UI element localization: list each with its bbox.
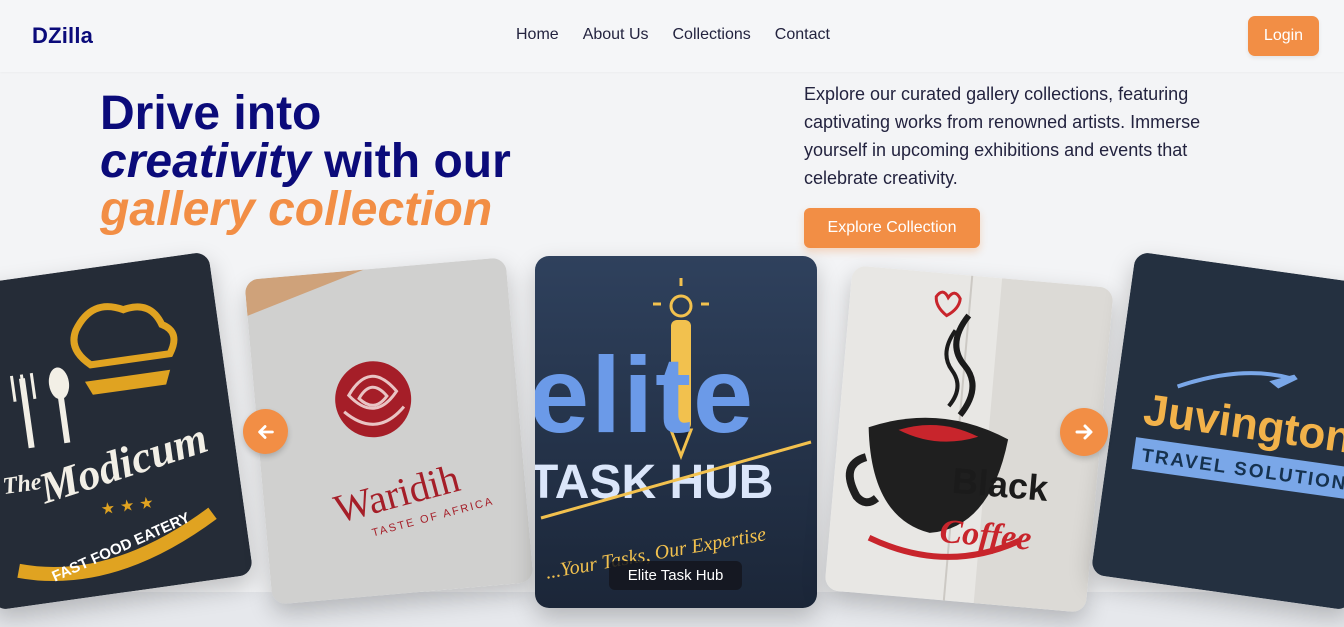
nav-link-about-us[interactable]: About Us <box>583 26 649 44</box>
brand-logo[interactable]: DZilla <box>32 23 93 49</box>
nav-links: Home About Us Collections Contact <box>516 26 830 44</box>
headline-line-3: gallery collection <box>100 183 493 236</box>
headline-italic-word: creativity <box>100 135 311 188</box>
explore-collection-button[interactable]: Explore Collection <box>804 208 980 248</box>
juvington-logo-artwork: Juvington TRAVEL SOLUTIONS <box>1090 251 1344 611</box>
elite-task-hub-logo-artwork: elite TASK HUB ...Your Tasks, Our Expert… <box>535 256 817 608</box>
headline-line-1: Drive into <box>100 87 322 140</box>
nav-link-contact[interactable]: Contact <box>775 26 830 44</box>
nav-link-home[interactable]: Home <box>516 26 559 44</box>
gallery-card-elite-task-hub[interactable]: elite TASK HUB ...Your Tasks, Our Expert… <box>535 256 817 608</box>
black-word-text: Black <box>951 460 1051 509</box>
carousel-prev-button[interactable] <box>243 409 288 454</box>
active-card-caption: Elite Task Hub <box>609 561 742 590</box>
top-navbar: DZilla Home About Us Collections Contact… <box>0 0 1344 72</box>
hero-headline: Drive into creativity with our gallery c… <box>100 90 511 234</box>
gallery-card-modicum[interactable]: The Modicum ★ ★ ★ FAST FOOD EATERY <box>0 251 254 611</box>
hero-description: Explore our curated gallery collections,… <box>804 84 1201 188</box>
headline-line-2-rest: with our <box>310 135 511 188</box>
nav-link-collections[interactable]: Collections <box>673 26 751 44</box>
modicum-logo-artwork: The Modicum ★ ★ ★ FAST FOOD EATERY <box>0 251 254 611</box>
coffee-word-text: Coffee <box>938 513 1033 558</box>
elite-word-text: elite <box>535 334 755 455</box>
login-button[interactable]: Login <box>1248 16 1319 56</box>
arrow-right-icon <box>1075 424 1093 440</box>
headline-line-2: creativity with our <box>100 138 511 186</box>
gallery-card-juvington[interactable]: Juvington TRAVEL SOLUTIONS <box>1090 251 1344 611</box>
arrow-left-icon <box>257 424 274 439</box>
carousel-next-button[interactable] <box>1060 408 1108 456</box>
